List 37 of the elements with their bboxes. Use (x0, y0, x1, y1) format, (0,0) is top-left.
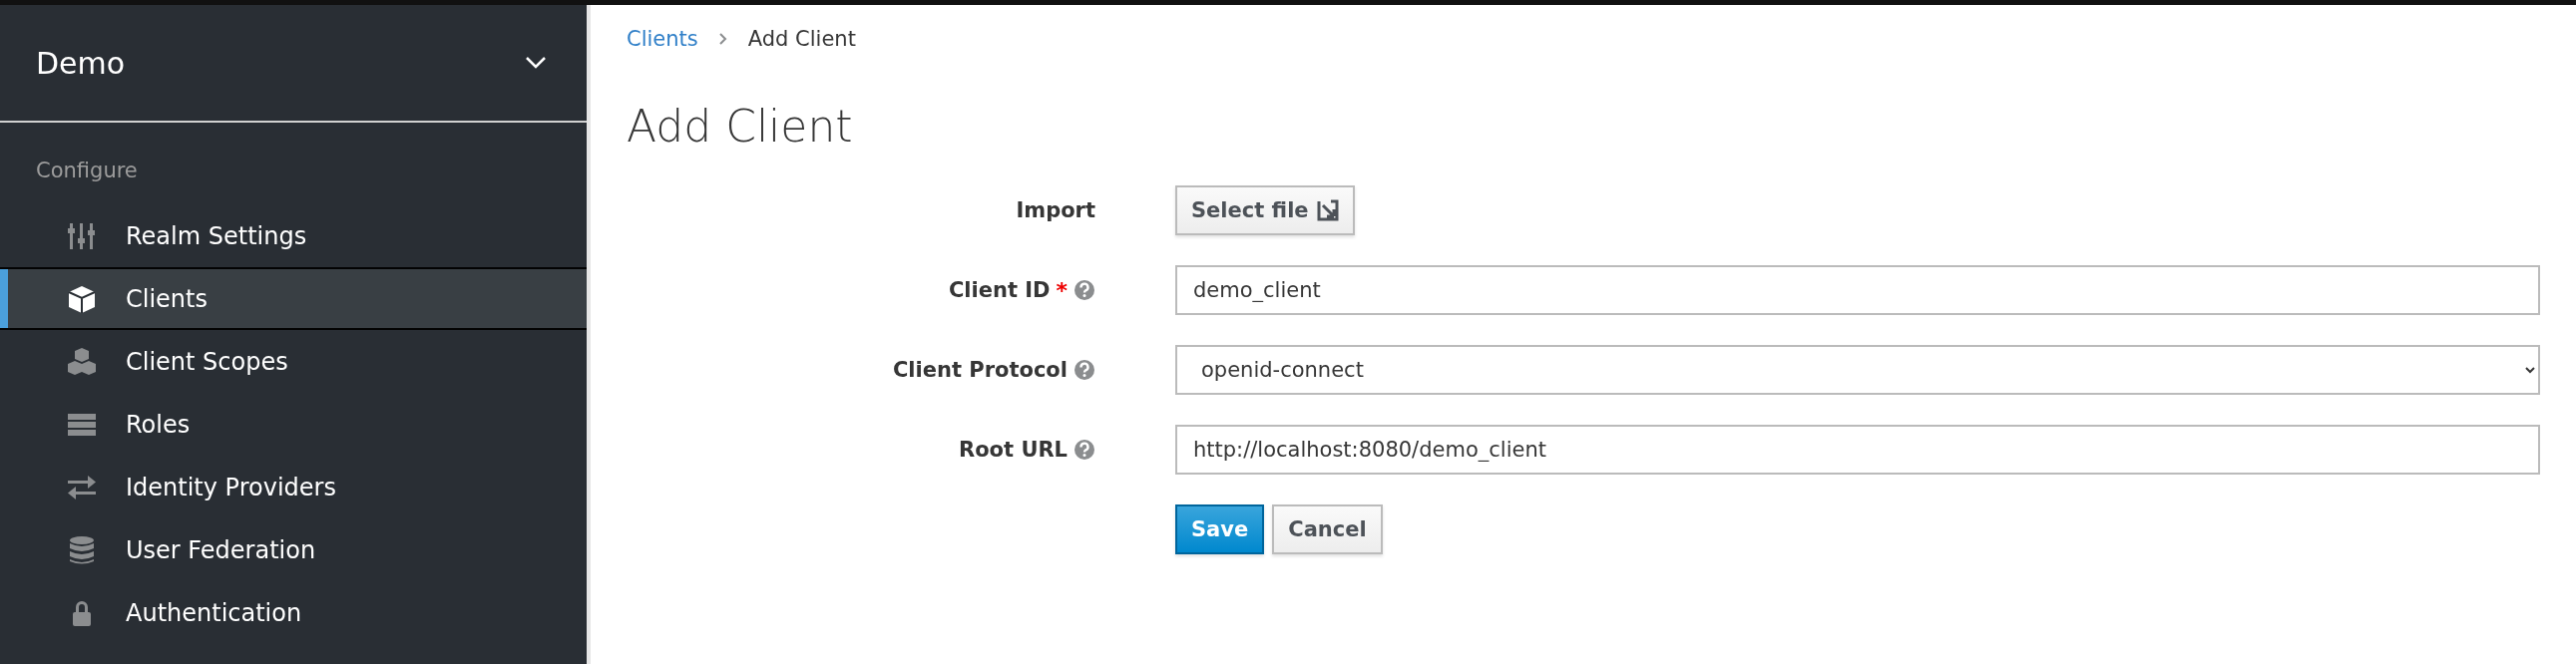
select-field[interactable]: openid-connect (1175, 345, 2540, 395)
cancel-button[interactable]: Cancel (1272, 504, 1383, 554)
sidebar-item-label: Roles (126, 410, 191, 439)
chevron-right-icon (717, 32, 728, 46)
sidebar-item-label: Authentication (126, 598, 302, 627)
chevron-down-icon (525, 56, 547, 70)
sidebar-item-label: Client Scopes (126, 347, 288, 376)
breadcrumb-link[interactable]: Clients (627, 27, 698, 51)
sidebar-item[interactable]: Client Scopes (0, 330, 587, 393)
realm-name: Demo (36, 45, 126, 81)
input-field[interactable]: http://localhost:8080/demo_client (1175, 425, 2540, 475)
input-field[interactable]: demo_client (1175, 265, 2540, 315)
sidebar-item[interactable]: User Federation (0, 518, 587, 581)
sidebar-item-label: Identity Providers (126, 473, 336, 501)
import-arrow-icon (1316, 199, 1339, 221)
required-marker: * (1056, 277, 1068, 303)
help-icon[interactable] (1073, 439, 1095, 461)
sidebar-item[interactable]: Identity Providers (0, 456, 587, 518)
field-label: Root URL (959, 438, 1068, 462)
sidebar-item-label: Clients (126, 284, 208, 313)
help-icon[interactable] (1073, 359, 1095, 381)
sidebar-item[interactable]: Roles (0, 393, 587, 456)
sidebar-item-label: Realm Settings (126, 221, 307, 250)
sidebar-item[interactable]: Clients (0, 267, 587, 330)
field-label: Client Protocol (892, 358, 1068, 382)
sidebar-item[interactable]: Realm Settings (0, 204, 587, 267)
help-icon[interactable] (1073, 279, 1095, 301)
sidebar-item-label: User Federation (126, 535, 316, 564)
select-file-button[interactable]: Select file (1175, 185, 1355, 235)
sidebar-item[interactable]: Authentication (0, 581, 587, 644)
field-label: Import (1016, 198, 1095, 222)
breadcrumb-current: Add Client (747, 27, 856, 51)
realm-selector[interactable]: Demo (0, 5, 587, 123)
page-title: Add Client (627, 101, 854, 152)
field-label: Client ID (948, 278, 1051, 302)
cubes-icon (66, 345, 98, 378)
section-heading: Configure (35, 158, 139, 184)
